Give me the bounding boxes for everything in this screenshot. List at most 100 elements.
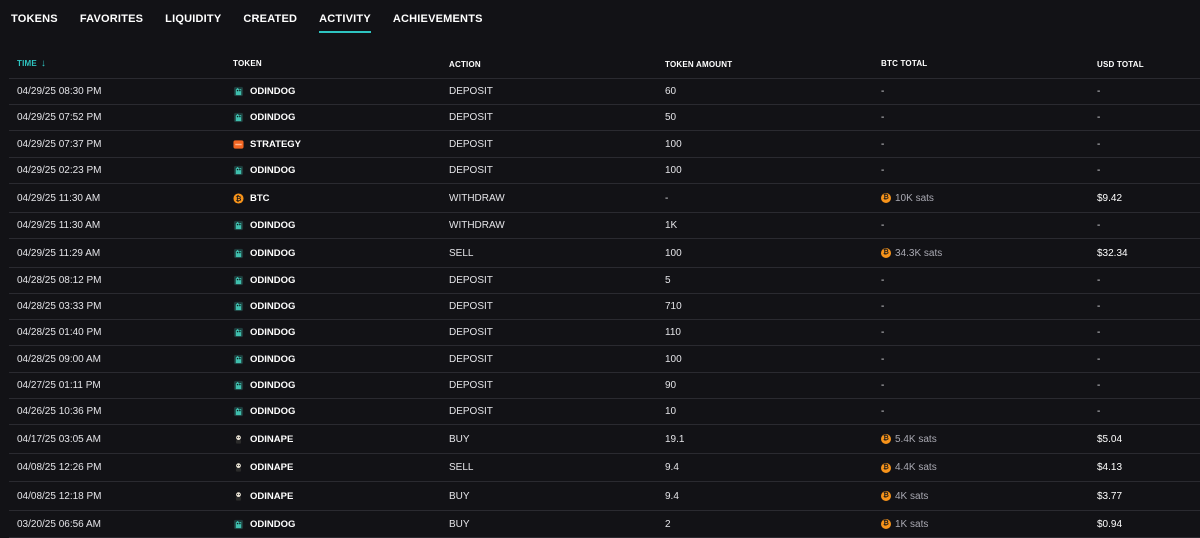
- tab-created[interactable]: CREATED: [243, 0, 297, 34]
- table-row[interactable]: 04/08/25 12:26 PM ODINAPE SELL 9.4 ₿ 4.4K sat…: [9, 454, 1200, 482]
- btc-total-value: 1K sats: [895, 518, 929, 530]
- token-amount-cell: 1K: [665, 220, 678, 231]
- btc-total-cell: -: [873, 220, 1089, 231]
- table-row[interactable]: 04/28/25 01:40 PM ODINDOG DEPOSIT 110 - -: [9, 320, 1200, 346]
- token-amount-cell: 60: [665, 86, 677, 97]
- token-cell[interactable]: ODINDOG: [225, 380, 441, 391]
- token-cell[interactable]: ODINAPE: [225, 434, 441, 445]
- token-name[interactable]: ODINDOG: [250, 301, 295, 312]
- odinape-icon: [233, 434, 244, 445]
- table-row[interactable]: 04/29/25 11:29 AM ODINDOG SELL 100 ₿ 34.3K sa…: [9, 239, 1200, 268]
- btc-coin-icon: ₿: [881, 462, 891, 473]
- token-cell[interactable]: ODINDOG: [225, 165, 441, 176]
- btc-total-cell: -: [873, 327, 1089, 338]
- token-cell[interactable]: ODINDOG: [225, 301, 441, 312]
- btc-total-value: -: [881, 380, 885, 391]
- table-row[interactable]: 04/29/25 02:23 PM ODINDOG DEPOSIT 100 - -: [9, 158, 1200, 184]
- token-name[interactable]: ODINDOG: [250, 248, 295, 259]
- token-amount-cell: 100: [665, 165, 682, 176]
- token-cell[interactable]: ODINDOG: [225, 220, 441, 231]
- token-name[interactable]: ODINAPE: [250, 434, 293, 445]
- time-cell: 04/29/25 07:52 PM: [17, 112, 102, 123]
- action-cell: BUY: [449, 433, 470, 445]
- table-row[interactable]: 04/17/25 03:05 AM ODINAPE BUY 19.1 ₿ 5.4K sat…: [9, 425, 1200, 454]
- action-cell: BUY: [449, 490, 470, 502]
- time-cell: 04/29/25 02:23 PM: [17, 165, 102, 176]
- token-amount-cell: 100: [665, 353, 682, 365]
- odindog-icon: [233, 380, 244, 391]
- token-name[interactable]: ODINDOG: [250, 327, 295, 338]
- token-column-header: TOKEN: [233, 58, 262, 68]
- time-cell: 04/29/25 11:30 AM: [17, 220, 101, 231]
- odindog-icon: [233, 406, 244, 417]
- btc-total-value: 34.3K sats: [895, 247, 943, 259]
- table-row[interactable]: 03/20/25 06:56 AM ODINDOG BUY 2 ₿ 1K sats $0.9…: [9, 511, 1200, 538]
- table-row[interactable]: 04/08/25 12:18 PM ODINAPE BUY 9.4 ₿ 4K sats $3…: [9, 482, 1200, 511]
- odinape-icon: [233, 462, 244, 473]
- token-cell[interactable]: ODINAPE: [225, 462, 441, 473]
- time-cell: 04/29/25 08:30 PM: [17, 86, 102, 97]
- token-cell[interactable]: ODINDOG: [225, 519, 441, 530]
- token-cell[interactable]: STRATEGY: [225, 139, 441, 150]
- table-row[interactable]: 04/28/25 08:12 PM ODINDOG DEPOSIT 5 - -: [9, 268, 1200, 294]
- token-name[interactable]: STRATEGY: [250, 139, 301, 150]
- token-cell[interactable]: ODINDOG: [225, 275, 441, 286]
- token-cell[interactable]: ODINDOG: [225, 354, 441, 365]
- table-row[interactable]: 04/29/25 11:30 AM ODINDOG WITHDRAW 1K - -: [9, 213, 1200, 239]
- btc-total-column-header: BTC TOTAL: [881, 58, 928, 68]
- token-amount-cell: -: [665, 192, 669, 204]
- token-cell[interactable]: ODINDOG: [225, 327, 441, 338]
- token-name[interactable]: ODINDOG: [250, 165, 295, 176]
- tab-achievements[interactable]: ACHIEVEMENTS: [393, 0, 483, 34]
- time-column-header[interactable]: TIME ↓: [17, 58, 225, 69]
- table-row[interactable]: 04/29/25 07:37 PM STRATEGY DEPOSIT 100 - -: [9, 131, 1200, 158]
- token-name[interactable]: ODINDOG: [250, 354, 295, 365]
- time-cell: 04/28/25 03:33 PM: [17, 301, 102, 312]
- tab-activity[interactable]: ACTIVITY: [319, 0, 371, 34]
- token-amount-cell: 5: [665, 275, 671, 286]
- table-row[interactable]: 04/27/25 01:11 PM ODINDOG DEPOSIT 90 - -: [9, 373, 1200, 399]
- token-name[interactable]: ODINDOG: [250, 86, 295, 97]
- profile-tabs: TOKENS FAVORITES LIQUIDITY CREATED ACTIV…: [0, 0, 1200, 34]
- token-name[interactable]: ODINDOG: [250, 406, 295, 417]
- usd-total-cell: -: [1097, 220, 1101, 231]
- tab-favorites[interactable]: FAVORITES: [80, 0, 143, 34]
- token-cell[interactable]: ODINDOG: [225, 86, 441, 97]
- token-name[interactable]: ODINDOG: [250, 519, 295, 530]
- token-name[interactable]: ODINAPE: [250, 491, 293, 502]
- btc-total-value: -: [881, 112, 885, 123]
- odinape-icon: [233, 491, 244, 502]
- token-name[interactable]: ODINAPE: [250, 462, 293, 473]
- token-cell[interactable]: ODINDOG: [225, 112, 441, 123]
- table-row[interactable]: 04/29/25 11:30 AM ₿ BTC WITHDRAW - ₿ 10K sats $…: [9, 184, 1200, 213]
- odindog-icon: [233, 165, 244, 176]
- table-row[interactable]: 04/28/25 09:00 AM ODINDOG DEPOSIT 100 - -: [9, 346, 1200, 373]
- btc-coin-icon: ₿: [881, 491, 891, 501]
- btc-total-cell: ₿ 34.3K sats: [873, 248, 1089, 259]
- usd-total-column-header: USD TOTAL: [1097, 60, 1144, 69]
- time-cell: 04/29/25 11:29 AM: [17, 247, 101, 259]
- btc-total-cell: -: [873, 86, 1089, 97]
- odindog-icon: [233, 354, 244, 365]
- tab-liquidity[interactable]: LIQUIDITY: [165, 0, 221, 34]
- token-name[interactable]: BTC: [250, 193, 270, 204]
- token-name[interactable]: ODINDOG: [250, 380, 295, 391]
- time-cell: 04/26/25 10:36 PM: [17, 406, 102, 417]
- activity-table: TIME ↓ TOKEN ACTION TOKEN AMOUNT BTC TOT…: [9, 48, 1200, 538]
- table-row[interactable]: 04/29/25 08:30 PM ODINDOG DEPOSIT 60 - -: [9, 79, 1200, 105]
- tab-tokens[interactable]: TOKENS: [11, 0, 58, 34]
- token-name[interactable]: ODINDOG: [250, 112, 295, 123]
- table-row[interactable]: 04/28/25 03:33 PM ODINDOG DEPOSIT 710 - -: [9, 294, 1200, 320]
- odindog-icon: [233, 220, 244, 231]
- token-name[interactable]: ODINDOG: [250, 220, 295, 231]
- token-cell[interactable]: ODINDOG: [225, 406, 441, 417]
- table-row[interactable]: 04/29/25 07:52 PM ODINDOG DEPOSIT 50 - -: [9, 105, 1200, 131]
- table-row[interactable]: 04/26/25 10:36 PM ODINDOG DEPOSIT 10 - -: [9, 399, 1200, 425]
- token-cell[interactable]: ₿ BTC: [225, 193, 441, 204]
- btc-total-cell: -: [873, 112, 1089, 123]
- usd-total-cell: -: [1097, 275, 1101, 286]
- usd-total-cell: $5.04: [1097, 433, 1123, 445]
- token-name[interactable]: ODINDOG: [250, 275, 295, 286]
- token-cell[interactable]: ODINAPE: [225, 491, 441, 502]
- token-cell[interactable]: ODINDOG: [225, 248, 441, 259]
